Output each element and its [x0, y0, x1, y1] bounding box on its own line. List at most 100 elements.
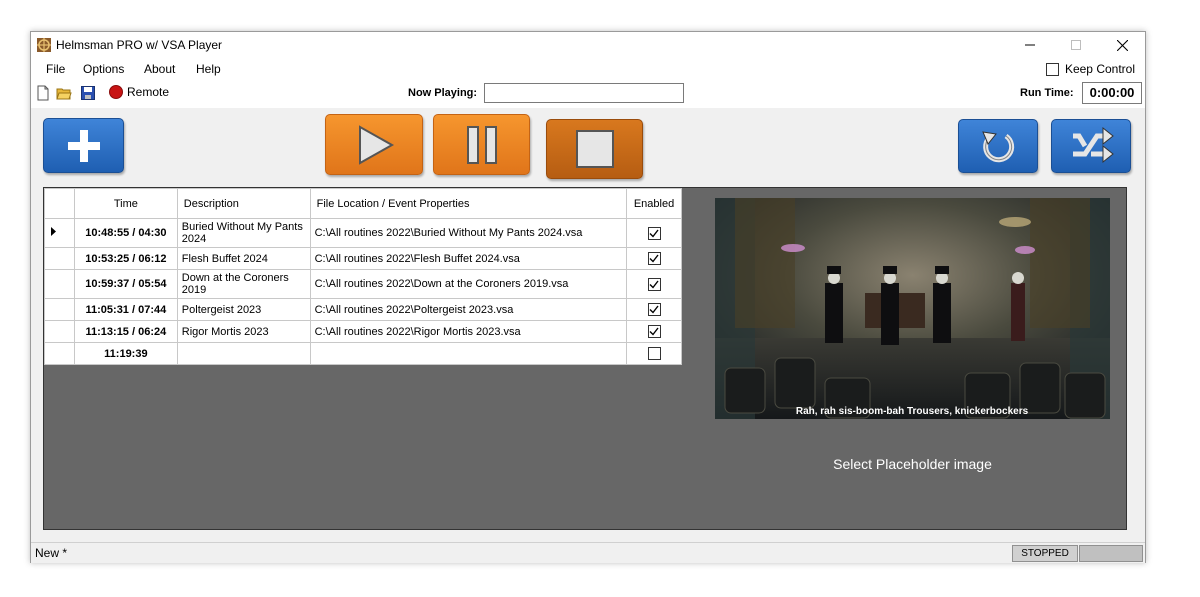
checkbox-box[interactable] [1045, 62, 1059, 76]
now-playing-label: Now Playing: [408, 87, 478, 99]
checkmark-icon [649, 305, 659, 314]
row-enabled-cell[interactable] [626, 320, 682, 343]
checkmark-icon [649, 254, 659, 263]
row-file-location[interactable]: C:\All routines 2022\Poltergeist 2023.vs… [309, 298, 628, 321]
row-description[interactable] [176, 342, 311, 365]
close-icon [1116, 39, 1128, 51]
minimize-button[interactable] [1007, 32, 1053, 58]
remote-button[interactable]: Remote [109, 85, 169, 99]
row-description[interactable]: Down at the Coroners 2019 [176, 269, 311, 299]
stop-button[interactable] [546, 119, 643, 179]
table-row[interactable]: 10:59:37 / 05:54 Down at the Coroners 201… [44, 269, 682, 299]
routine-grid: Time Description File Location / Event P… [44, 188, 682, 365]
enabled-checkbox-checked[interactable] [647, 303, 661, 316]
menu-about[interactable]: About [144, 62, 175, 76]
keep-control-label: Keep Control [1064, 62, 1135, 76]
status-panel [1079, 545, 1143, 562]
preview-image: Rah, rah sis-boom-bah Trousers, knickerb… [715, 198, 1110, 419]
row-file-location[interactable] [309, 342, 628, 365]
remote-label: Remote [127, 85, 170, 99]
main-window: Helmsman PRO w/ VSA Player File Options … [30, 31, 1146, 563]
menu-help[interactable]: Help [196, 62, 221, 76]
table-row[interactable]: 11:19:39 [44, 342, 682, 365]
playback-status: STOPPED [1012, 545, 1078, 562]
grid-header-selector [44, 188, 75, 219]
row-selector[interactable] [44, 320, 75, 343]
keep-control-checkbox[interactable]: Keep Control [1045, 62, 1135, 76]
menu-options[interactable]: Options [83, 62, 124, 76]
row-enabled-cell[interactable] [626, 269, 682, 299]
row-selector[interactable] [44, 218, 75, 248]
enabled-checkbox-checked[interactable] [647, 252, 661, 265]
checkmark-icon [649, 229, 659, 238]
grid-header-row: Time Description File Location / Event P… [44, 188, 682, 219]
maximize-button[interactable] [1053, 32, 1099, 58]
shuffle-icon [1073, 126, 1114, 164]
document-status: New * [35, 546, 68, 560]
menu-file[interactable]: File [46, 62, 65, 76]
row-description[interactable]: Flesh Buffet 2024 [176, 247, 311, 270]
grid-header-file[interactable]: File Location / Event Properties [309, 188, 628, 219]
select-placeholder-link[interactable]: Select Placeholder image [715, 456, 1110, 472]
run-time-display: 0:00:00 [1082, 82, 1142, 104]
checkmark-icon [649, 280, 659, 289]
menu-bar: File Options About Help Keep Control [31, 58, 1145, 80]
row-time[interactable]: 10:59:37 / 05:54 [73, 269, 178, 299]
enabled-checkbox-checked[interactable] [647, 277, 661, 291]
shuffle-button[interactable] [1051, 119, 1131, 173]
plus-icon [67, 129, 100, 162]
row-time[interactable]: 10:53:25 / 06:12 [73, 247, 178, 270]
enabled-checkbox[interactable] [647, 347, 661, 360]
play-icon [359, 124, 395, 165]
row-file-location[interactable]: C:\All routines 2022\Down at the Coroner… [309, 269, 628, 299]
enabled-checkbox-checked[interactable] [647, 325, 661, 338]
row-file-location[interactable]: C:\All routines 2022\Buried Without My P… [309, 218, 628, 248]
maximize-icon [1071, 40, 1081, 50]
row-description[interactable]: Rigor Mortis 2023 [176, 320, 311, 343]
enabled-checkbox-checked[interactable] [647, 226, 661, 240]
stop-icon [575, 130, 614, 168]
row-time[interactable]: 10:48:55 / 04:30 [73, 218, 178, 248]
run-time-label: Run Time: [1020, 87, 1074, 99]
new-file-icon[interactable] [35, 85, 51, 101]
row-description[interactable]: Buried Without My Pants 2024 [176, 218, 311, 248]
table-row[interactable]: 10:48:55 / 04:30 Buried Without My Pants … [44, 218, 682, 248]
row-description[interactable]: Poltergeist 2023 [176, 298, 311, 321]
grid-header-description[interactable]: Description [176, 188, 311, 219]
app-icon [37, 38, 51, 52]
now-playing-field[interactable] [484, 83, 684, 103]
main-panel: Time Description File Location / Event P… [43, 187, 1127, 530]
row-file-location[interactable]: C:\All routines 2022\Rigor Mortis 2023.v… [309, 320, 628, 343]
grid-header-enabled[interactable]: Enabled [626, 188, 682, 219]
row-selector[interactable] [44, 342, 75, 365]
table-row[interactable]: 11:13:15 / 06:24 Rigor Mortis 2023 C:\All … [44, 320, 682, 343]
row-selector[interactable] [44, 298, 75, 321]
open-folder-icon[interactable] [56, 85, 72, 101]
checkmark-icon [649, 327, 659, 336]
close-button[interactable] [1099, 32, 1145, 58]
row-selector[interactable] [44, 269, 75, 299]
row-pointer-icon [51, 227, 56, 236]
refresh-button[interactable] [958, 119, 1038, 173]
row-enabled-cell[interactable] [626, 298, 682, 321]
row-time[interactable]: 11:05:31 / 07:44 [73, 298, 178, 321]
window-title: Helmsman PRO w/ VSA Player [56, 38, 223, 52]
row-time[interactable]: 11:19:39 [73, 342, 178, 365]
title-bar: Helmsman PRO w/ VSA Player [31, 32, 1145, 58]
refresh-icon [982, 131, 1015, 163]
add-button[interactable] [43, 118, 124, 173]
save-icon[interactable] [80, 85, 96, 101]
record-icon [109, 85, 123, 99]
row-enabled-cell[interactable] [626, 247, 682, 270]
row-selector[interactable] [44, 247, 75, 270]
table-row[interactable]: 10:53:25 / 06:12 Flesh Buffet 2024 C:\All … [44, 247, 682, 270]
row-time[interactable]: 11:13:15 / 06:24 [73, 320, 178, 343]
table-row[interactable]: 11:05:31 / 07:44 Poltergeist 2023 C:\All r… [44, 298, 682, 321]
grid-header-time[interactable]: Time [73, 188, 178, 219]
row-enabled-cell[interactable] [626, 342, 682, 365]
pause-button[interactable] [433, 114, 530, 175]
play-button[interactable] [325, 114, 423, 175]
minimize-icon [1025, 44, 1035, 46]
row-file-location[interactable]: C:\All routines 2022\Flesh Buffet 2024.v… [309, 247, 628, 270]
row-enabled-cell[interactable] [626, 218, 682, 248]
